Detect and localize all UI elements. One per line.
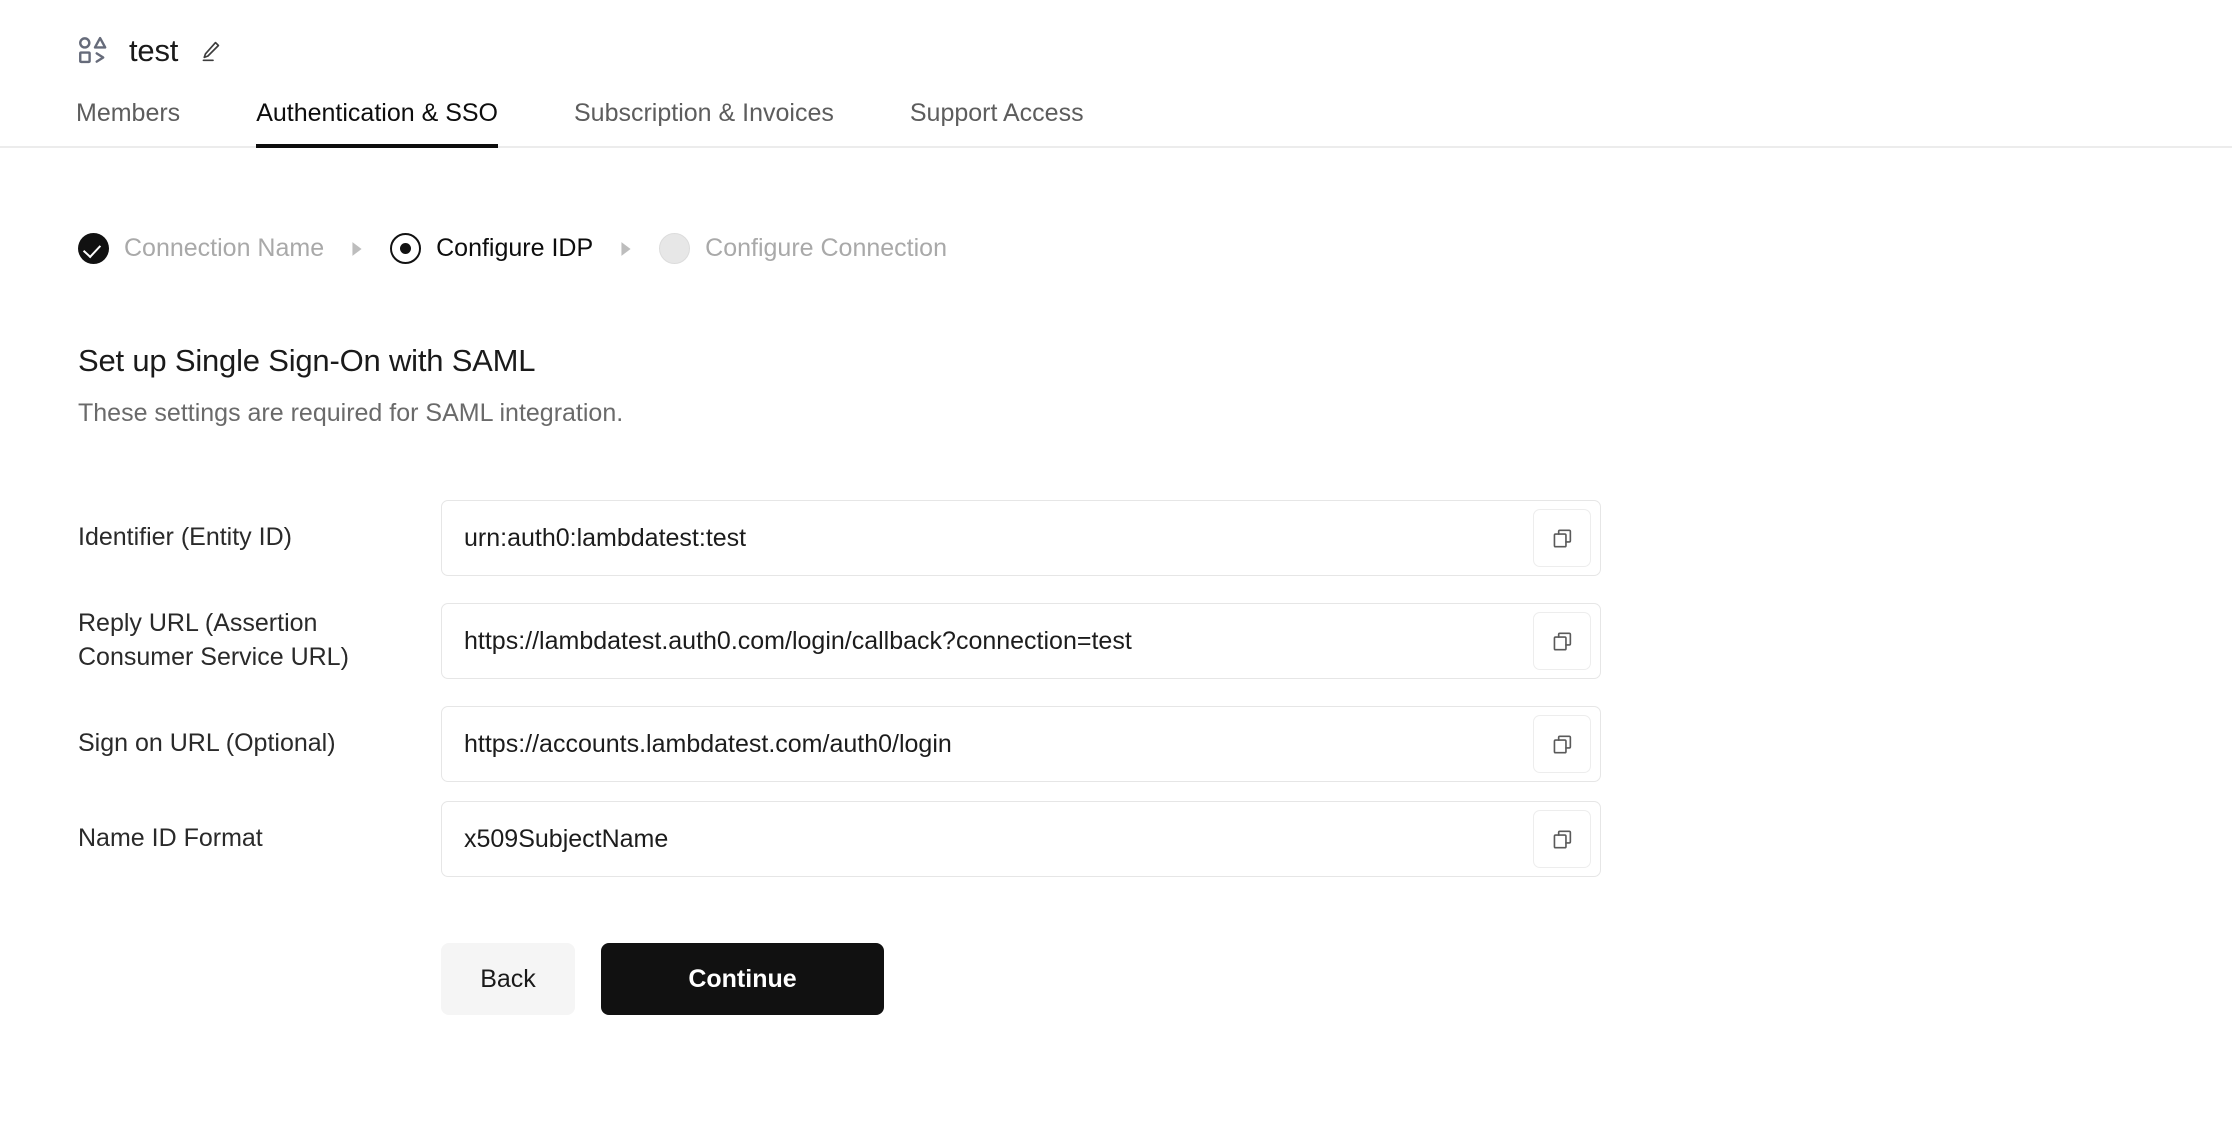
field-row-reply-url: Reply URL (Assertion Consumer Service UR… [78, 595, 2232, 687]
caret-right-icon [350, 241, 364, 257]
tab-support-access[interactable]: Support Access [910, 101, 1084, 146]
tab-members[interactable]: Members [76, 101, 180, 146]
copy-icon-sign-on-url[interactable] [1533, 715, 1591, 773]
step-label-configure-idp: Configure IDP [436, 236, 593, 261]
step-connection-name[interactable]: Connection Name [78, 233, 324, 264]
copy-icon-name-id-format[interactable] [1533, 810, 1591, 868]
section-header: Set up Single Sign-On with SAML These se… [0, 342, 2232, 428]
field-label-name-id-format: Name ID Format [78, 822, 441, 856]
field-row-sign-on-url: Sign on URL (Optional) [78, 706, 2232, 782]
sign-on-url-input[interactable] [442, 707, 1533, 781]
page-root: test Members Authentication & SSO Subscr… [0, 0, 2232, 1148]
step-label-connection-name: Connection Name [124, 236, 324, 261]
field-row-identifier: Identifier (Entity ID) [78, 500, 2232, 576]
workspace-title: test [129, 35, 178, 66]
step-label-configure-connection: Configure Connection [705, 236, 947, 261]
field-label-sign-on-url: Sign on URL (Optional) [78, 727, 441, 761]
copy-icon-reply-url[interactable] [1533, 612, 1591, 670]
tab-authentication-sso[interactable]: Authentication & SSO [256, 101, 498, 146]
page-title: Set up Single Sign-On with SAML [78, 342, 2232, 379]
step-configure-connection[interactable]: Configure Connection [659, 233, 947, 264]
step-current-dot-icon [390, 233, 421, 264]
name-id-format-input[interactable] [442, 802, 1533, 876]
step-configure-idp[interactable]: Configure IDP [390, 233, 593, 264]
field-control-reply-url [441, 603, 1601, 679]
field-control-sign-on-url [441, 706, 1601, 782]
field-label-reply-url: Reply URL (Assertion Consumer Service UR… [78, 607, 441, 675]
setup-stepper: Connection Name Configure IDP Configure … [0, 233, 2232, 264]
tab-subscription-invoices[interactable]: Subscription & Invoices [574, 101, 834, 146]
field-label-identifier: Identifier (Entity ID) [78, 521, 441, 555]
step-pending-icon [659, 233, 690, 264]
workspace-header: test [0, 0, 2232, 52]
shapes-icon [76, 33, 110, 67]
step-check-icon [78, 233, 109, 264]
identifier-input[interactable] [442, 501, 1533, 575]
field-control-identifier [441, 500, 1601, 576]
reply-url-input[interactable] [442, 604, 1533, 678]
field-control-name-id-format [441, 801, 1601, 877]
tab-bar: Members Authentication & SSO Subscriptio… [0, 92, 2232, 148]
pencil-edit-icon[interactable] [197, 37, 223, 63]
continue-button[interactable]: Continue [601, 943, 884, 1015]
saml-settings-form: Identifier (Entity ID) Reply URL (Assert… [0, 500, 2232, 877]
caret-right-icon [619, 241, 633, 257]
page-subtitle: These settings are required for SAML int… [78, 398, 2232, 428]
copy-icon-identifier[interactable] [1533, 509, 1591, 567]
field-row-name-id-format: Name ID Format [78, 801, 2232, 877]
form-actions: Back Continue [0, 943, 2232, 1015]
back-button[interactable]: Back [441, 943, 575, 1015]
